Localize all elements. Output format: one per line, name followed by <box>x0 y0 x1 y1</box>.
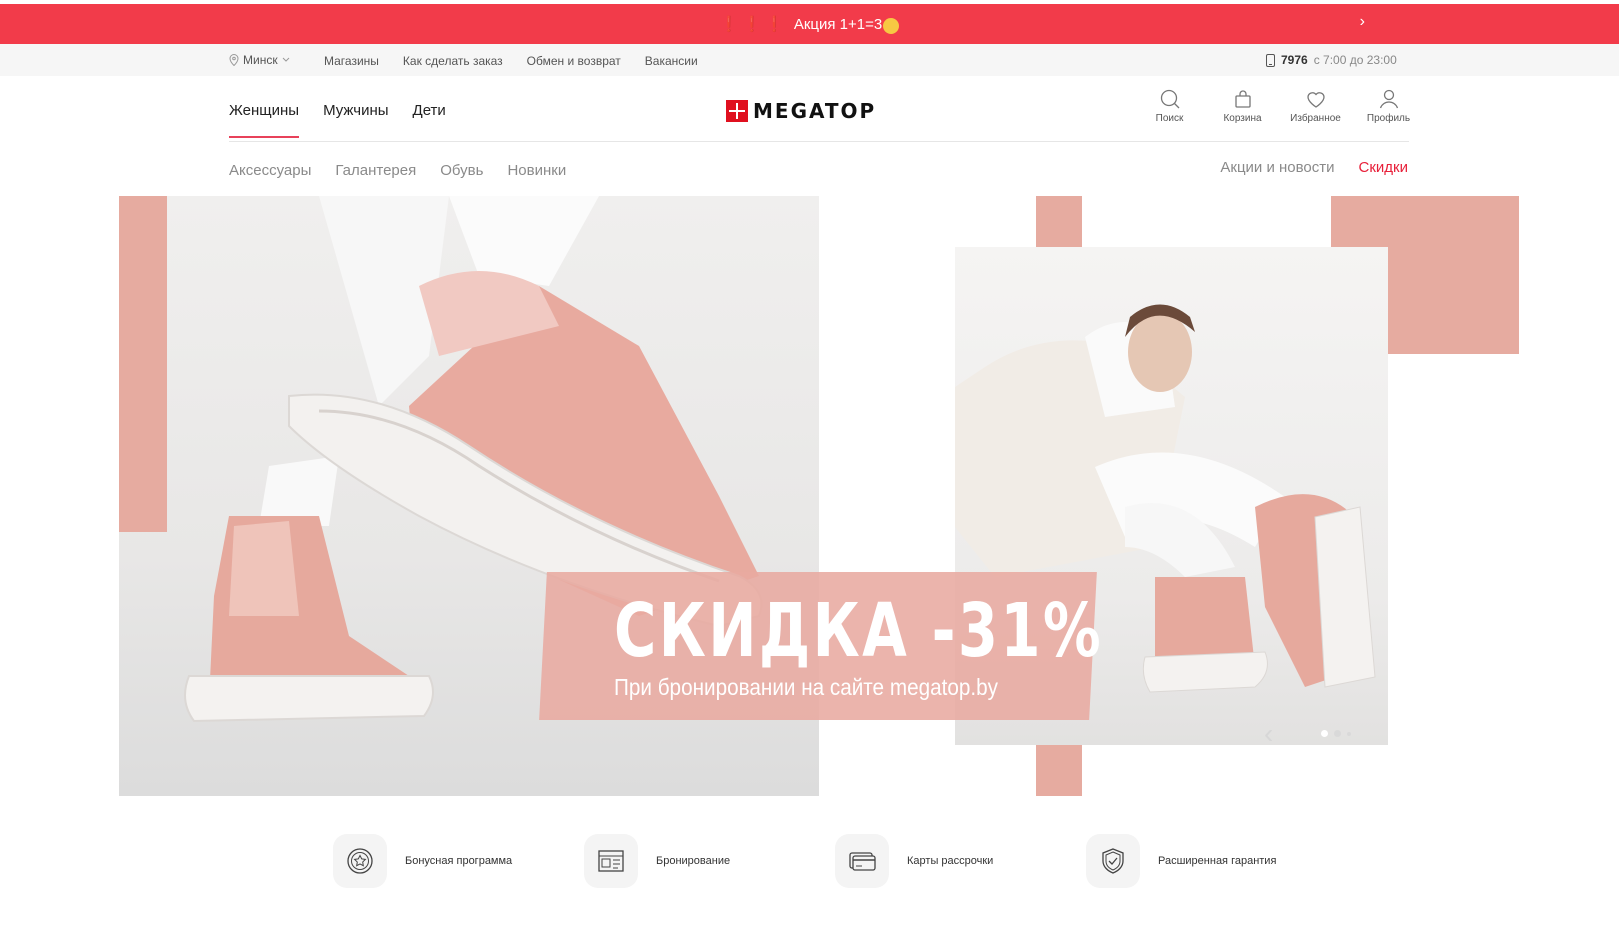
promo-nav: Акции и новости Скидки <box>1220 159 1408 176</box>
feature-strip: Бонусная программа Бронирование Карты ра… <box>333 834 1337 888</box>
sale-subtitle: При бронировании на сайте megatop.by <box>614 674 999 700</box>
logo-mark-icon <box>726 100 748 122</box>
slider-dot[interactable] <box>1334 730 1341 737</box>
feature-installment-cards[interactable]: Карты рассрочки <box>835 834 1086 888</box>
sale-title: СКИДКА -31% <box>614 588 1104 674</box>
link-vacancies[interactable]: Вакансии <box>645 54 698 68</box>
megatop-logo[interactable]: MEGATOP <box>726 99 876 123</box>
phone-icon <box>1266 53 1275 67</box>
phone-contact[interactable]: 7976 с 7:00 до 23:00 <box>1266 53 1397 67</box>
feature-label: Карты рассрочки <box>907 855 994 867</box>
promo-text: Акция 1+1=3 <box>793 15 883 33</box>
search-button[interactable]: Поиск <box>1133 88 1206 124</box>
phone-number: 7976 <box>1281 53 1308 67</box>
favorites-label: Избранное <box>1290 113 1341 124</box>
link-returns[interactable]: Обмен и возврат <box>527 54 621 68</box>
exclamation-icons: ❗❗❗ <box>719 16 788 33</box>
slider-dot[interactable] <box>1347 731 1351 736</box>
star-badge-icon <box>347 848 373 874</box>
cart-label: Корзина <box>1223 113 1262 124</box>
slider-dot[interactable] <box>1321 730 1328 737</box>
search-icon <box>1160 89 1179 109</box>
feature-label: Бонусная программа <box>405 855 513 867</box>
nav-new-arrivals[interactable]: Новинки <box>507 162 566 179</box>
top-utility-bar: Минск Магазины Как сделать заказ Обмен и… <box>0 44 1619 76</box>
user-icon <box>1379 89 1398 109</box>
nav-accessories[interactable]: Аксессуары <box>229 162 311 179</box>
smiley-icon <box>883 18 900 34</box>
logo-text: MEGATOP <box>753 99 877 123</box>
header-divider <box>229 141 1409 142</box>
heart-icon <box>1306 92 1325 108</box>
profile-button[interactable]: Профиль <box>1352 88 1425 124</box>
nav-women[interactable]: Женщины <box>229 102 300 138</box>
feature-icon-box <box>1086 834 1140 888</box>
feature-extended-warranty[interactable]: Расширенная гарантия <box>1086 834 1337 888</box>
feature-bonus-program[interactable]: Бонусная программа <box>333 834 584 888</box>
feature-booking[interactable]: Бронирование <box>584 834 835 888</box>
slider-dots <box>1321 730 1351 737</box>
feature-label: Расширенная гарантия <box>1158 855 1277 867</box>
feature-icon-box <box>584 834 638 888</box>
city-selector[interactable]: Минск <box>229 53 290 67</box>
nav-promotions-news[interactable]: Акции и новости <box>1220 159 1334 176</box>
nav-sale[interactable]: Скидки <box>1359 159 1408 176</box>
nav-haberdashery[interactable]: Галантерея <box>335 162 416 179</box>
card-icon <box>849 852 876 871</box>
working-hours: с 7:00 до 23:00 <box>1313 53 1397 67</box>
shield-icon <box>1102 848 1124 874</box>
category-nav: Аксессуары Галантерея Обувь Новинки <box>229 162 566 179</box>
search-label: Поиск <box>1155 113 1184 124</box>
nav-kids[interactable]: Дети <box>413 102 446 119</box>
header-actions: Поиск Корзина Избранное Профиль <box>1133 88 1425 124</box>
feature-label: Бронирование <box>656 855 731 867</box>
nav-men[interactable]: Мужчины <box>323 102 388 119</box>
hero-banner[interactable]: СКИДКА -31% При бронировании на сайте me… <box>119 196 1519 796</box>
favorites-button[interactable]: Избранное <box>1279 88 1352 124</box>
link-stores[interactable]: Магазины <box>324 54 379 68</box>
location-pin-icon <box>229 54 239 66</box>
booking-icon <box>598 850 624 872</box>
promo-banner[interactable]: ❗❗❗ Акция 1+1=3 › <box>0 4 1619 44</box>
chevron-down-icon <box>282 57 289 62</box>
chevron-right-icon[interactable]: › <box>1360 13 1365 31</box>
gender-nav: Женщины Мужчины Дети <box>229 102 446 138</box>
nav-shoes[interactable]: Обувь <box>440 162 483 179</box>
feature-icon-box <box>835 834 889 888</box>
slider-prev-arrow[interactable]: ‹ <box>1264 718 1273 750</box>
main-header: Женщины Мужчины Дети MEGATOP Поиск Корзи… <box>0 76 1619 144</box>
profile-label: Профиль <box>1366 113 1411 124</box>
utility-links: Магазины Как сделать заказ Обмен и возвр… <box>324 54 698 68</box>
link-how-to-order[interactable]: Как сделать заказ <box>403 54 503 68</box>
pink-accent-left <box>119 196 167 532</box>
bag-icon <box>1234 90 1251 108</box>
city-name: Минск <box>243 53 278 67</box>
cart-button[interactable]: Корзина <box>1206 88 1279 124</box>
feature-icon-box <box>333 834 387 888</box>
